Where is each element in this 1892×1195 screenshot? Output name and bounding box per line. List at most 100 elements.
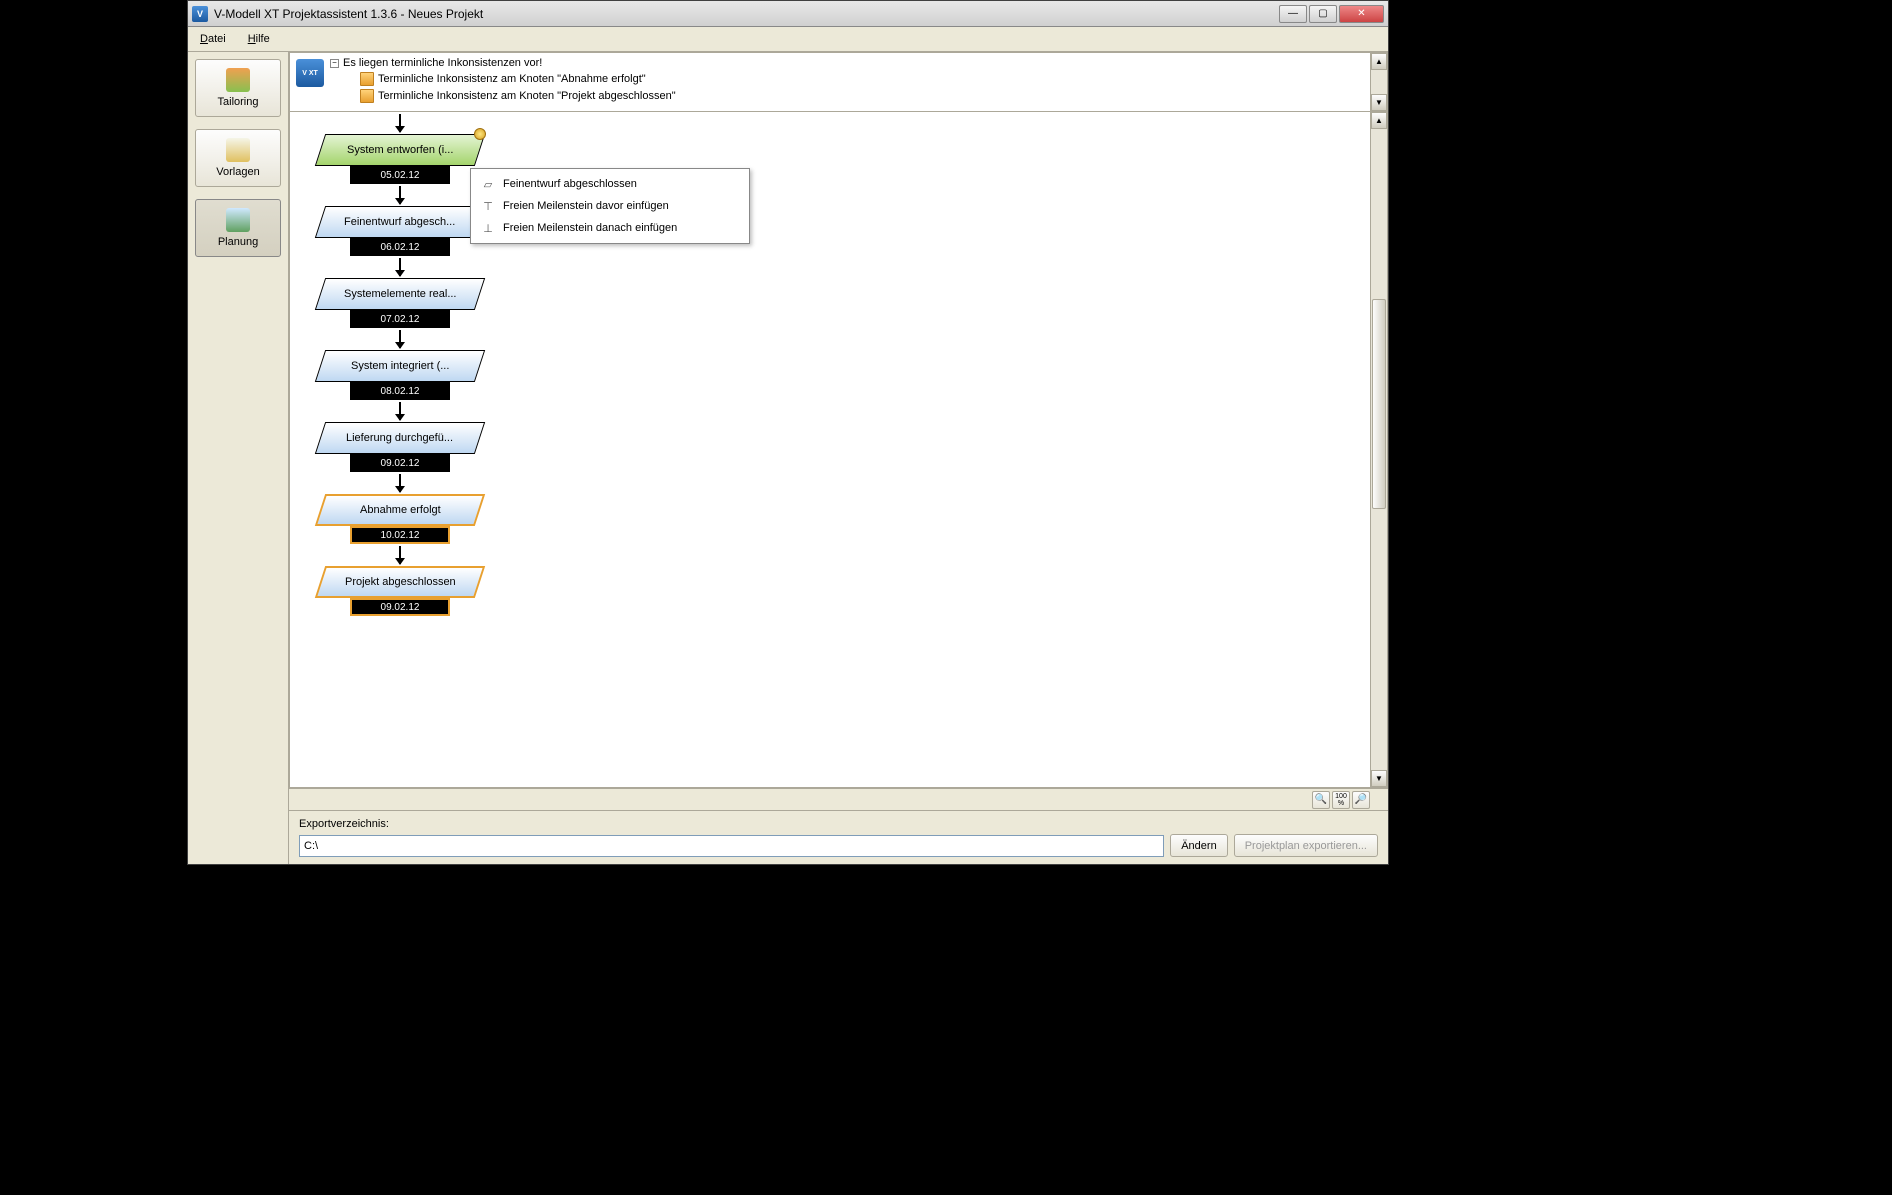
tree-root-label: Es liegen terminliche Inkonsistenzen vor…: [343, 57, 542, 69]
info-panel: V XT − Es liegen terminliche Inkonsisten…: [289, 52, 1388, 112]
sidebar: Tailoring Vorlagen Planung: [188, 52, 288, 864]
vertical-scrollbar[interactable]: ▲ ▼: [1370, 112, 1387, 787]
scroll-track[interactable]: [1371, 129, 1387, 770]
window-title: V-Modell XT Projektassistent 1.3.6 - Neu…: [214, 7, 1279, 21]
sidebar-label: Tailoring: [218, 96, 259, 108]
menu-help[interactable]: Hilfe: [244, 31, 274, 47]
node-label: System integriert (...: [351, 360, 449, 372]
zoom-bar: 🔍 100 % 🔎: [289, 788, 1388, 810]
node-date: 05.02.12: [350, 166, 450, 184]
milestone-node[interactable]: Projekt abgeschlossen 09.02.12: [320, 566, 480, 616]
node-date: 09.02.12: [350, 598, 450, 616]
zoom-100-button[interactable]: 100 %: [1332, 791, 1350, 809]
export-row: Ändern Projektplan exportieren...: [299, 834, 1378, 857]
window-controls: — ▢ ✕: [1279, 5, 1384, 23]
insert-after-icon: ⊥: [481, 221, 495, 235]
app-window: V V-Modell XT Projektassistent 1.3.6 - N…: [187, 0, 1389, 865]
arrow-icon: [399, 114, 401, 132]
body-area: Tailoring Vorlagen Planung V XT − Es lie…: [188, 52, 1388, 864]
milestone-node[interactable]: System entworfen (i... 05.02.12: [320, 134, 480, 184]
context-insert-before[interactable]: ⊤ Freien Meilenstein davor einfügen: [471, 195, 749, 217]
sidebar-label: Vorlagen: [216, 166, 259, 178]
context-insert-after[interactable]: ⊥ Freien Meilenstein danach einfügen: [471, 217, 749, 239]
node-box[interactable]: Projekt abgeschlossen: [315, 566, 485, 598]
node-box[interactable]: Feinentwurf abgesch...: [315, 206, 485, 238]
export-panel: Exportverzeichnis: Ändern Projektplan ex…: [289, 810, 1388, 864]
main-area: V XT − Es liegen terminliche Inkonsisten…: [288, 52, 1388, 864]
scroll-thumb[interactable]: [1372, 299, 1386, 509]
diagram-canvas[interactable]: System entworfen (i... 05.02.12 Feinentw…: [290, 112, 1370, 787]
node-label: Projekt abgeschlossen: [345, 576, 456, 588]
node-label: Abnahme erfolgt: [360, 504, 441, 516]
inconsistency-tree: − Es liegen terminliche Inkonsistenzen v…: [330, 57, 1381, 103]
arrow-icon: [399, 258, 401, 276]
minimize-button[interactable]: —: [1279, 5, 1307, 23]
info-scrollbar[interactable]: ▲ ▼: [1370, 53, 1387, 111]
arrow-icon: [399, 402, 401, 420]
context-open[interactable]: ▱ Feinentwurf abgeschlossen: [471, 173, 749, 195]
zoom-label: 100 %: [1333, 793, 1349, 807]
insert-before-icon: ⊤: [481, 199, 495, 213]
node-box[interactable]: Lieferung durchgefü...: [315, 422, 485, 454]
canvas-wrap: System entworfen (i... 05.02.12 Feinentw…: [289, 112, 1388, 788]
context-label: Feinentwurf abgeschlossen: [503, 178, 637, 190]
node-box[interactable]: System integriert (...: [315, 350, 485, 382]
zoom-in-button[interactable]: 🔍: [1312, 791, 1330, 809]
node-box[interactable]: System entworfen (i...: [315, 134, 485, 166]
sidebar-planung[interactable]: Planung: [195, 199, 281, 257]
warning-icon: [360, 72, 374, 86]
badge-icon: [474, 128, 486, 140]
node-box[interactable]: Systemelemente real...: [315, 278, 485, 310]
vmodell-logo-icon: V XT: [296, 59, 324, 87]
milestone-node[interactable]: System integriert (... 08.02.12: [320, 350, 480, 400]
node-date: 10.02.12: [350, 526, 450, 544]
scroll-down-icon[interactable]: ▼: [1371, 770, 1387, 787]
node-date: 09.02.12: [350, 454, 450, 472]
tree-child[interactable]: Terminliche Inkonsistenz am Knoten "Proj…: [360, 89, 1381, 103]
titlebar[interactable]: V V-Modell XT Projektassistent 1.3.6 - N…: [188, 1, 1388, 27]
arrow-icon: [399, 546, 401, 564]
tree-child[interactable]: Terminliche Inkonsistenz am Knoten "Abna…: [360, 72, 1381, 86]
context-label: Freien Meilenstein danach einfügen: [503, 222, 677, 234]
context-menu: ▱ Feinentwurf abgeschlossen ⊤ Freien Mei…: [470, 168, 750, 244]
milestone-node[interactable]: Systemelemente real... 07.02.12: [320, 278, 480, 328]
menubar: Datei Hilfe: [188, 27, 1388, 52]
menu-file[interactable]: Datei: [196, 31, 230, 47]
app-icon: V: [192, 6, 208, 22]
maximize-button[interactable]: ▢: [1309, 5, 1337, 23]
node-label: Feinentwurf abgesch...: [344, 216, 455, 228]
scroll-up-icon[interactable]: ▲: [1371, 112, 1387, 129]
close-button[interactable]: ✕: [1339, 5, 1384, 23]
sidebar-tailoring[interactable]: Tailoring: [195, 59, 281, 117]
context-label: Freien Meilenstein davor einfügen: [503, 200, 669, 212]
arrow-icon: [399, 330, 401, 348]
tree-child-label: Terminliche Inkonsistenz am Knoten "Proj…: [378, 90, 676, 102]
collapse-icon[interactable]: −: [330, 59, 339, 68]
change-path-button[interactable]: Ändern: [1170, 834, 1227, 857]
node-label: System entworfen (i...: [347, 144, 453, 156]
tailoring-icon: [226, 68, 250, 92]
node-label: Lieferung durchgefü...: [346, 432, 453, 444]
export-plan-button[interactable]: Projektplan exportieren...: [1234, 834, 1378, 857]
arrow-icon: [399, 186, 401, 204]
warning-icon: [360, 89, 374, 103]
scroll-down-icon[interactable]: ▼: [1371, 94, 1387, 111]
scroll-up-icon[interactable]: ▲: [1371, 53, 1387, 70]
sidebar-label: Planung: [218, 236, 258, 248]
node-box[interactable]: Abnahme erfolgt: [315, 494, 485, 526]
zoom-out-button[interactable]: 🔎: [1352, 791, 1370, 809]
milestone-node[interactable]: Abnahme erfolgt 10.02.12: [320, 494, 480, 544]
node-date: 06.02.12: [350, 238, 450, 256]
node-date: 08.02.12: [350, 382, 450, 400]
milestone-node[interactable]: Feinentwurf abgesch... 06.02.12: [320, 206, 480, 256]
milestone-node[interactable]: Lieferung durchgefü... 09.02.12: [320, 422, 480, 472]
node-label: Systemelemente real...: [344, 288, 457, 300]
tree-child-label: Terminliche Inkonsistenz am Knoten "Abna…: [378, 73, 646, 85]
tree-root[interactable]: − Es liegen terminliche Inkonsistenzen v…: [330, 57, 1381, 69]
node-date: 07.02.12: [350, 310, 450, 328]
milestone-icon: ▱: [481, 177, 495, 191]
sidebar-vorlagen[interactable]: Vorlagen: [195, 129, 281, 187]
export-label: Exportverzeichnis:: [299, 818, 1378, 830]
export-path-input[interactable]: [299, 835, 1164, 857]
arrow-icon: [399, 474, 401, 492]
